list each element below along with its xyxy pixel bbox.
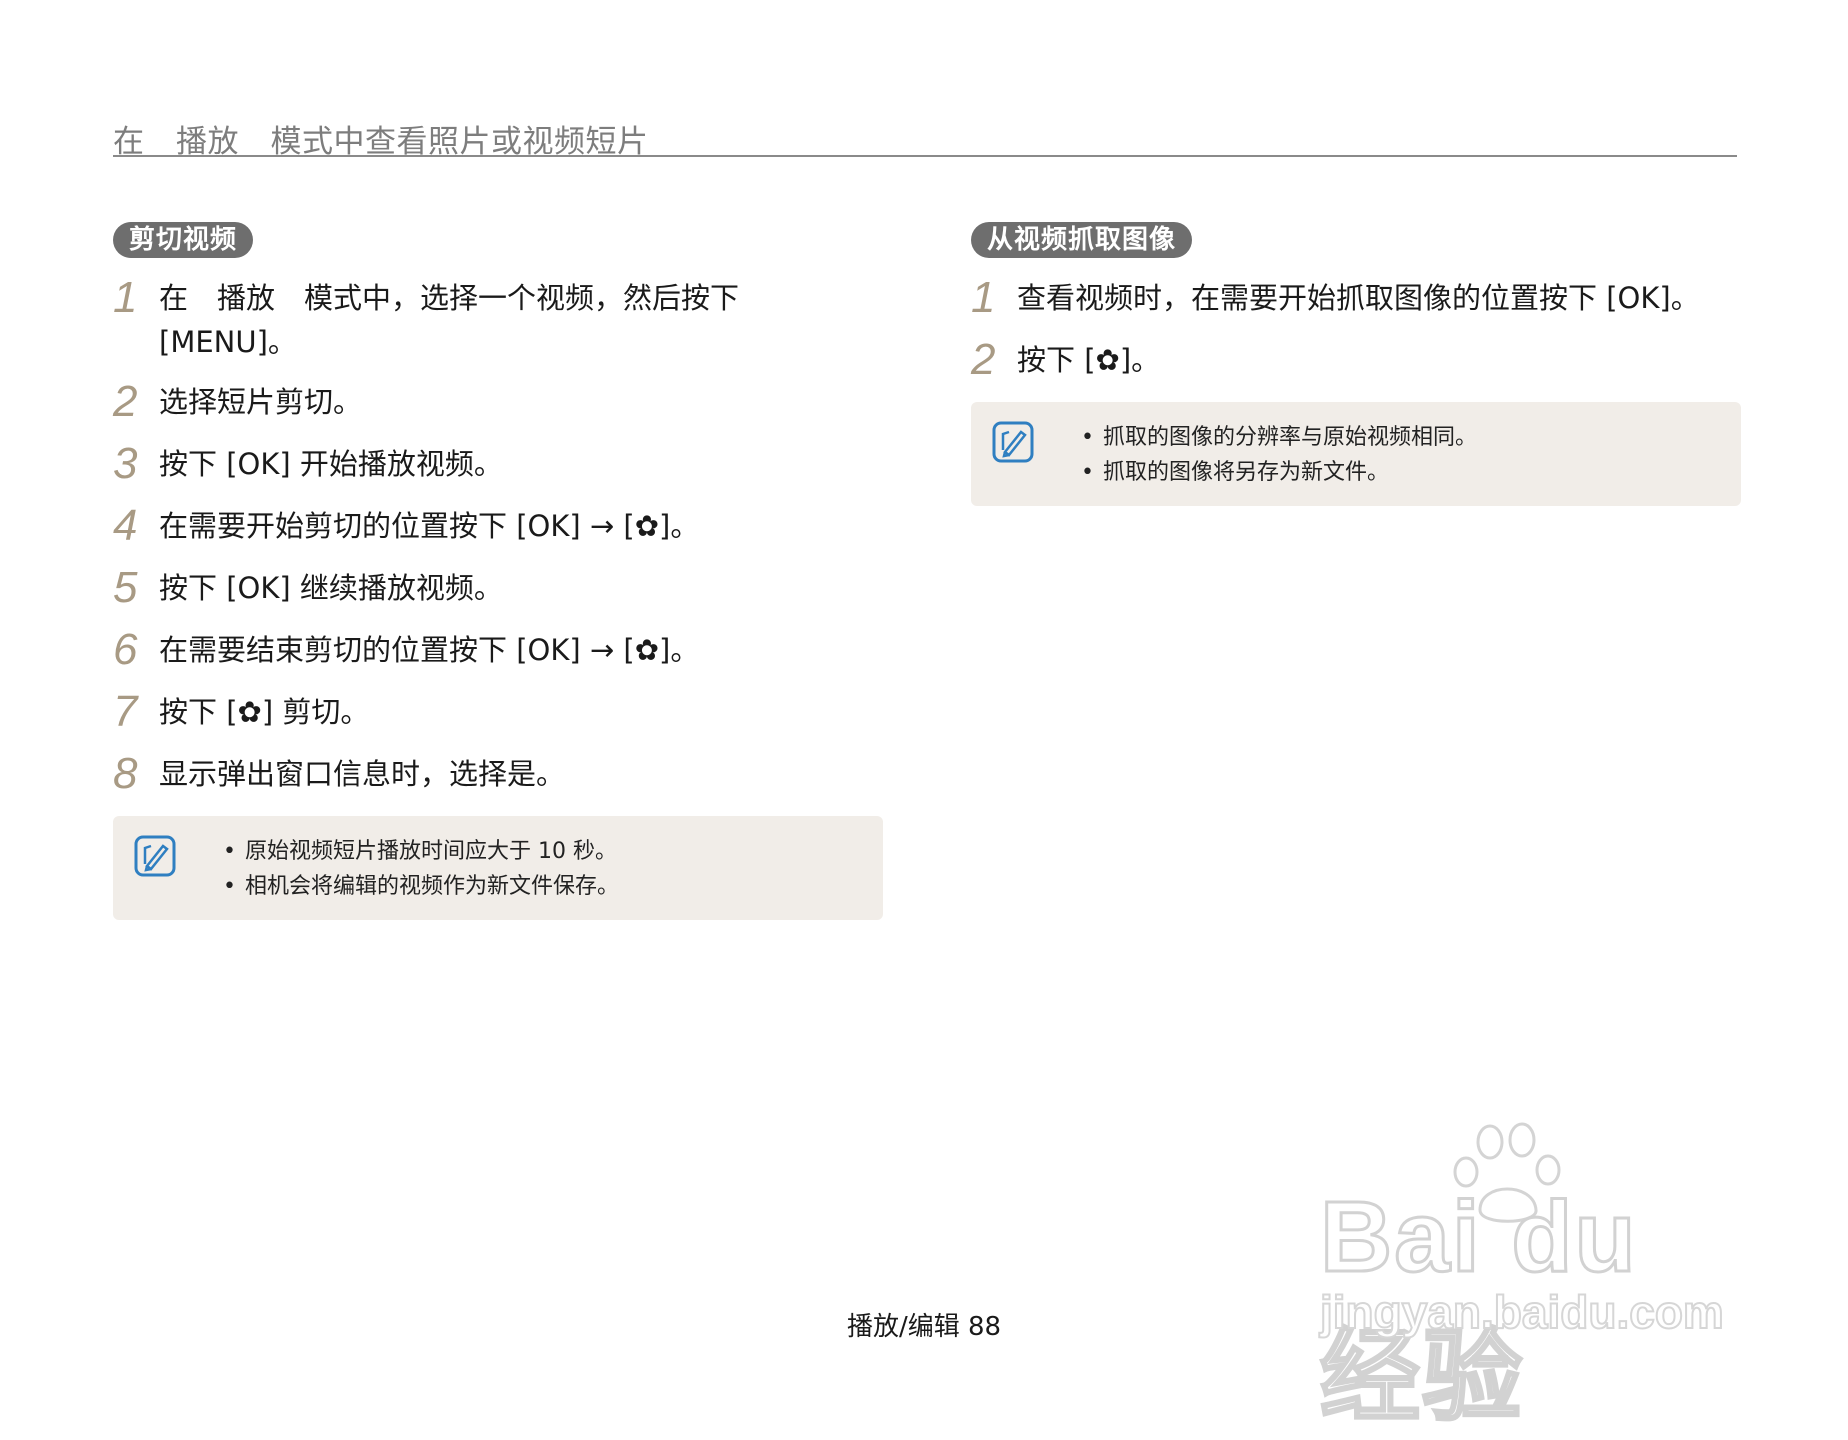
step-text: 显示弹出窗口信息时，选择是。 xyxy=(159,757,566,791)
section-capture-image: 从视频抓取图像 1 查看视频时，在需要开始抓取图像的位置按下 [OK]。 2 按… xyxy=(971,222,1741,506)
step-number: 3 xyxy=(113,439,138,488)
note-item: 原始视频短片播放时间应大于 10 秒。 xyxy=(223,834,619,869)
section-trim-video: 剪切视频 1 在 播放 模式中，选择一个视频，然后按下 [MENU]。 2 选择… xyxy=(113,222,883,920)
step-number: 2 xyxy=(113,377,138,426)
step-text: 按下 [✿] 剪切。 xyxy=(159,695,370,729)
step-item: 6 在需要结束剪切的位置按下 [OK] → [✿]。 xyxy=(113,626,883,674)
step-list: 1 查看视频时，在需要开始抓取图像的位置按下 [OK]。 2 按下 [✿]。 xyxy=(971,274,1741,384)
step-number: 4 xyxy=(113,501,138,550)
step-text: 按下 [OK] 开始播放视频。 xyxy=(159,447,503,481)
note-box: 抓取的图像的分辨率与原始视频相同。 抓取的图像将另存为新文件。 xyxy=(971,402,1741,506)
step-item: 3 按下 [OK] 开始播放视频。 xyxy=(113,440,883,488)
section-title-pill: 从视频抓取图像 xyxy=(971,222,1193,258)
step-item: 1 在 播放 模式中，选择一个视频，然后按下 [MENU]。 xyxy=(113,274,883,364)
step-number: 1 xyxy=(113,273,138,322)
watermark-url: jingyan.baidu.com xyxy=(1319,1285,1725,1339)
step-item: 2 按下 [✿]。 xyxy=(971,336,1741,384)
step-text: 在需要结束剪切的位置按下 [OK] → [✿]。 xyxy=(159,633,700,667)
step-item: 5 按下 [OK] 继续播放视频。 xyxy=(113,564,883,612)
step-number: 5 xyxy=(113,563,138,612)
step-item: 7 按下 [✿] 剪切。 xyxy=(113,688,883,736)
step-text: 按下 [✿]。 xyxy=(1017,343,1161,377)
note-pencil-icon xyxy=(134,835,176,877)
step-number: 2 xyxy=(971,335,996,384)
step-number: 8 xyxy=(113,749,138,798)
step-text: 在需要开始剪切的位置按下 [OK] → [✿]。 xyxy=(159,509,700,543)
step-list: 1 在 播放 模式中，选择一个视频，然后按下 [MENU]。 2 选择短片剪切。… xyxy=(113,274,883,798)
header-divider xyxy=(113,155,1737,157)
step-text: 选择短片剪切。 xyxy=(159,385,363,419)
step-item: 1 查看视频时，在需要开始抓取图像的位置按下 [OK]。 xyxy=(971,274,1741,322)
note-box: 原始视频短片播放时间应大于 10 秒。 相机会将编辑的视频作为新文件保存。 xyxy=(113,816,883,920)
baidu-watermark: Bai du 经验 jingyan.baidu.com xyxy=(1310,1120,1750,1435)
note-pencil-icon xyxy=(992,421,1034,463)
note-list: 原始视频短片播放时间应大于 10 秒。 相机会将编辑的视频作为新文件保存。 xyxy=(223,834,619,904)
note-item: 抓取的图像将另存为新文件。 xyxy=(1081,455,1477,490)
note-item: 抓取的图像的分辨率与原始视频相同。 xyxy=(1081,420,1477,455)
step-number: 6 xyxy=(113,625,138,674)
step-text: 按下 [OK] 继续播放视频。 xyxy=(159,571,503,605)
section-title-pill: 剪切视频 xyxy=(113,222,254,258)
step-item: 4 在需要开始剪切的位置按下 [OK] → [✿]。 xyxy=(113,502,883,550)
step-item: 8 显示弹出窗口信息时，选择是。 xyxy=(113,750,883,798)
step-number: 7 xyxy=(113,687,138,736)
step-number: 1 xyxy=(971,273,996,322)
note-item: 相机会将编辑的视频作为新文件保存。 xyxy=(223,869,619,904)
step-text: 在 播放 模式中，选择一个视频，然后按下 [MENU]。 xyxy=(159,281,740,359)
step-text: 查看视频时，在需要开始抓取图像的位置按下 [OK]。 xyxy=(1017,281,1700,315)
note-list: 抓取的图像的分辨率与原始视频相同。 抓取的图像将另存为新文件。 xyxy=(1081,420,1477,490)
step-item: 2 选择短片剪切。 xyxy=(113,378,883,426)
